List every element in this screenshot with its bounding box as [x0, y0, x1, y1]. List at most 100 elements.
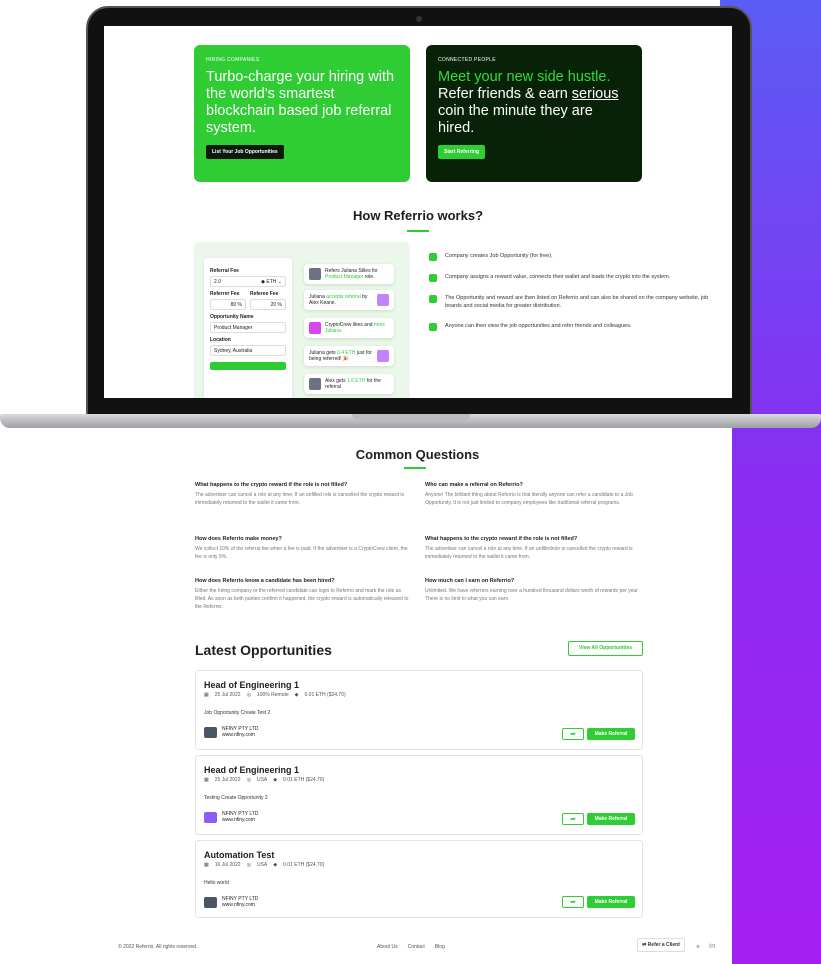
- company-logo: [204, 811, 217, 823]
- demo-message: Juliana gets 0.4 ETH just for being refe…: [304, 346, 394, 366]
- opportunity-title[interactable]: Head of Engineering 1: [204, 680, 634, 690]
- avatar: [309, 378, 321, 390]
- faq-item: What happens to the crypto reward if the…: [425, 536, 640, 561]
- twitter-icon[interactable]: ✦: [695, 943, 701, 951]
- footer-link-contact[interactable]: Contact: [408, 944, 425, 950]
- referral-fee-value: 2.0: [214, 279, 221, 285]
- eth-icon: ◆: [261, 279, 266, 285]
- faq-answer: Anyone! The brilliant thing about Referr…: [425, 492, 633, 506]
- globe-icon: ◎: [246, 777, 251, 783]
- avatar: [377, 294, 389, 306]
- faq-answer: Either the hiring company or the referre…: [195, 588, 409, 610]
- avatar: [309, 268, 321, 280]
- start-referring-button[interactable]: Start Referring: [438, 145, 486, 159]
- faq-item: How does Referrio make money? We collect …: [195, 536, 410, 561]
- headline-part: Refer friends & earn: [438, 86, 572, 102]
- step-text: Company creates Job Opportunity (for fre…: [445, 253, 553, 259]
- step-item: Company assigns a reward value, connects…: [429, 273, 719, 282]
- hero-hiring-kicker: HIRING COMPANIES: [206, 57, 260, 63]
- headline-highlight: Meet your new side hustle.: [438, 69, 611, 85]
- hero-hiring-card: HIRING COMPANIES Turbo-charge your hirin…: [194, 45, 410, 182]
- faq-question: How does Referrio make money?: [195, 536, 282, 542]
- step-text: Company assigns a reward value, connects…: [445, 274, 671, 280]
- calendar-icon: ▦: [204, 862, 209, 868]
- calendar-icon: ▦: [204, 692, 209, 698]
- refer-client-label: Refer a Client: [647, 942, 680, 948]
- footer-link-about[interactable]: About Us: [377, 944, 398, 950]
- laptop-camera: [416, 16, 422, 22]
- message-highlight: 1.6 ETH: [346, 378, 366, 384]
- hero-hiring-headline: Turbo-charge your hiring with the world'…: [206, 69, 395, 136]
- faq-question: What happens to the crypto reward if the…: [195, 482, 348, 488]
- demo-form: Referral Fee 2.0 ◆ ETH ⌄ Referrer Fee 80 …: [204, 258, 292, 398]
- location-input: Sydney, Australia: [210, 345, 286, 356]
- share-button[interactable]: ➦: [562, 896, 584, 908]
- opportunity-description: Testing Create Opportunity 2: [204, 795, 268, 801]
- faq-answer: Unlimited. We have referrers earning ove…: [425, 588, 638, 602]
- eth-icon: ◆: [273, 777, 278, 783]
- opportunity-date: 25 Jul 2022: [214, 692, 241, 698]
- opportunity-meta: ▦ 25 Jul 2022 ◎ 100% Remote ◆ 0.01 ETH ($24.7…: [204, 692, 634, 698]
- faq-item: What happens to the crypto reward if the…: [195, 482, 410, 507]
- make-referral-button[interactable]: Make Referral: [587, 728, 635, 740]
- opportunity-title[interactable]: Automation Test: [204, 850, 634, 860]
- chevron-down-icon: ⌄: [277, 279, 282, 285]
- faq-title: Common Questions: [355, 447, 480, 462]
- linkedin-icon[interactable]: in: [709, 943, 715, 950]
- hero-people-headline: Meet your new side hustle. Refer friends…: [438, 69, 630, 137]
- submit-bar: [210, 362, 286, 370]
- opportunity-reward: 0.01 ETH ($24.70): [283, 777, 325, 783]
- footer-link-blog[interactable]: Blog: [435, 944, 445, 950]
- referee-fee-label: Referee Fee: [250, 291, 279, 297]
- opportunity-reward: 0.01 ETH ($24.70): [304, 692, 346, 698]
- eth-icon: ◆: [273, 862, 278, 868]
- opportunity-name-input: Product Manager: [210, 322, 286, 333]
- step-text: The Opportunity and reward are then list…: [445, 295, 709, 309]
- opportunity-meta: ▦ 25 Jul 2022 ◎ USA ◆ 0.01 ETH ($24.70): [204, 777, 634, 783]
- demo-message: Refers Juliana Stiles for Product Manage…: [304, 264, 394, 284]
- globe-icon: ◎: [246, 692, 251, 698]
- faq-answer: The advertiser can cancel a role at any …: [425, 546, 633, 560]
- faq-question: How much can I earn on Referrio?: [425, 578, 515, 584]
- company-website[interactable]: www.nfiny.com: [222, 732, 255, 738]
- share-icon: ➦: [570, 731, 576, 738]
- faq-item: Who can make a referral on Referrio? Anyo…: [425, 482, 640, 507]
- opportunity-card[interactable]: Head of Engineering 1 ▦ 25 Jul 2022 ◎ USA ◆ 0…: [195, 755, 643, 835]
- demo-message: Alex gets 1.6 ETH for the referral: [304, 374, 394, 394]
- briefcase-icon: [429, 253, 437, 261]
- faq-item: How much can I earn on Referrio? Unlimite…: [425, 578, 640, 603]
- referrer-fee-label: Referrer Fee: [210, 291, 240, 297]
- laptop-screen: HIRING COMPANIES Turbo-charge your hirin…: [104, 26, 732, 398]
- opportunity-card[interactable]: Automation Test ▦ 16 Jul 2022 ◎ USA ◆ 0.01 ET…: [195, 840, 643, 918]
- opportunity-name-label: Opportunity Name: [210, 314, 254, 320]
- calendar-icon: ▦: [204, 777, 209, 783]
- share-icon: [429, 295, 437, 303]
- share-button[interactable]: ➦: [562, 813, 584, 825]
- eth-icon: ◆: [294, 692, 299, 698]
- referee-fee-input: 20 %: [250, 299, 286, 310]
- laptop-notch: [352, 414, 470, 421]
- location-label: Location: [210, 337, 231, 343]
- company-website[interactable]: www.nfiny.com: [222, 902, 255, 908]
- copyright: © 2022 Referrio. All rights reserved.: [118, 944, 198, 950]
- company-website[interactable]: www.nfiny.com: [222, 817, 255, 823]
- make-referral-button[interactable]: Make Referral: [587, 896, 635, 908]
- headline-underline: serious: [571, 86, 619, 102]
- latest-opportunities-title: Latest Opportunities: [195, 642, 332, 658]
- opportunity-location: 100% Remote: [256, 692, 289, 698]
- avatar: [377, 350, 389, 362]
- refer-client-button[interactable]: ⇄ Refer a Client: [637, 938, 685, 952]
- make-referral-button[interactable]: Make Referral: [587, 813, 635, 825]
- faq-question: How does Referrio know a candidate has b…: [195, 578, 335, 584]
- opportunity-title[interactable]: Head of Engineering 1: [204, 765, 634, 775]
- list-opportunities-button[interactable]: List Your Job Opportunities: [206, 145, 284, 159]
- step-item: Anyone can then view the job opportuniti…: [429, 322, 719, 331]
- opportunity-card[interactable]: Head of Engineering 1 ▦ 25 Jul 2022 ◎ 100% …: [195, 670, 643, 750]
- view-all-opportunities-button[interactable]: View All Opportunities: [568, 641, 643, 656]
- step-item: The Opportunity and reward are then list…: [429, 294, 719, 310]
- how-title: How Referrio works?: [352, 208, 484, 223]
- title-underline: [404, 467, 426, 469]
- globe-icon: ◎: [246, 862, 251, 868]
- cryptocrew-logo-icon: [309, 322, 321, 334]
- share-button[interactable]: ➦: [562, 728, 584, 740]
